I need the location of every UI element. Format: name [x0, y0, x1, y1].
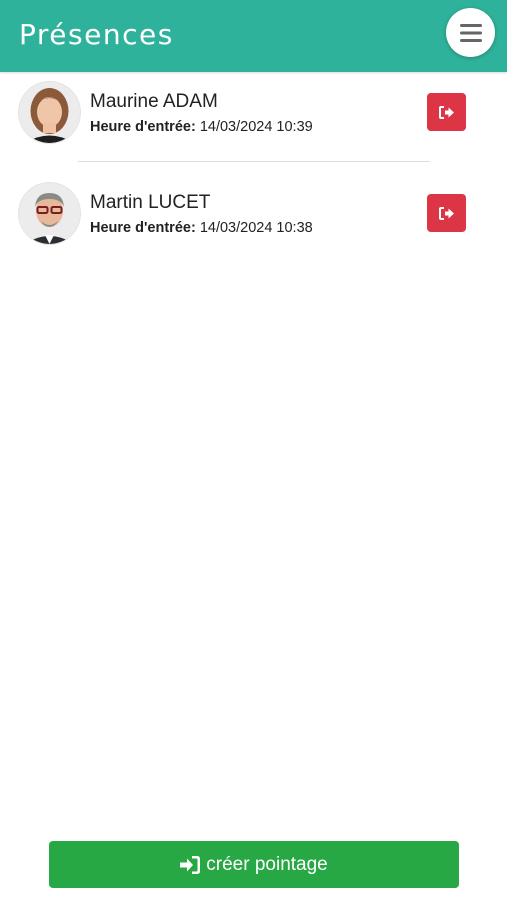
divider — [78, 161, 430, 162]
exit-button[interactable] — [427, 194, 466, 232]
create-pointage-label: créer pointage — [206, 853, 328, 875]
avatar — [19, 82, 80, 143]
person-name: Maurine ADAM — [90, 91, 218, 112]
entry-time-label: Heure d'entrée: — [90, 119, 196, 135]
entry-time-value: 14/03/2024 10:38 — [199, 220, 313, 236]
list-item: Martin LUCET Heure d'entrée: 14/03/2024 … — [0, 173, 507, 274]
entry-time: Heure d'entrée: 14/03/2024 10:39 — [90, 119, 313, 135]
sign-out-icon — [439, 206, 454, 220]
sign-in-icon — [180, 855, 201, 874]
avatar — [19, 183, 80, 244]
page-title: Présences — [19, 18, 174, 51]
entry-time: Heure d'entrée: 14/03/2024 10:38 — [90, 220, 313, 236]
entry-time-label: Heure d'entrée: — [90, 220, 196, 236]
presence-list: Maurine ADAM Heure d'entrée: 14/03/2024 … — [0, 72, 507, 274]
hamburger-icon — [459, 23, 482, 42]
list-item: Maurine ADAM Heure d'entrée: 14/03/2024 … — [0, 72, 507, 173]
person-name: Martin LUCET — [90, 192, 211, 213]
exit-button[interactable] — [427, 93, 466, 131]
create-pointage-button[interactable]: créer pointage — [49, 841, 459, 888]
app-header: Présences — [0, 0, 507, 72]
entry-time-value: 14/03/2024 10:39 — [199, 119, 313, 135]
sign-out-icon — [439, 105, 454, 119]
menu-button[interactable] — [446, 8, 495, 57]
